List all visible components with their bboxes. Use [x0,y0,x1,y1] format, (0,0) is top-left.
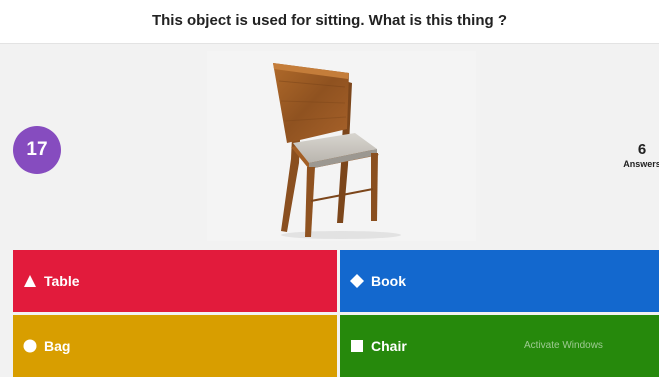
answer-option-chair[interactable]: Chair [340,315,659,377]
answers-count-label: Answers [623,159,659,169]
answers-count-number: 6 [637,141,647,158]
answer-option-table[interactable]: Table [13,250,337,312]
triangle-icon [24,275,36,287]
answer-option-book[interactable]: Book [340,250,659,312]
chair-photo-icon [207,51,476,241]
question-image [207,51,476,241]
square-icon [351,340,363,352]
answers-counter: 6 Answers [612,142,659,170]
answer-label-chair: Chair [371,338,407,354]
question-text: This object is used for sitting. What is… [151,12,507,29]
answer-label-table: Table [44,273,80,289]
countdown-timer: 17 [13,126,61,174]
question-header: This object is used for sitting. What is… [0,0,659,44]
answer-label-bag: Bag [44,338,71,354]
activate-windows-watermark: Activate Windows [524,340,603,351]
diamond-icon [350,274,364,288]
answer-option-bag[interactable]: Bag [13,315,337,377]
answer-label-book: Book [371,273,406,289]
circle-icon [23,339,37,353]
